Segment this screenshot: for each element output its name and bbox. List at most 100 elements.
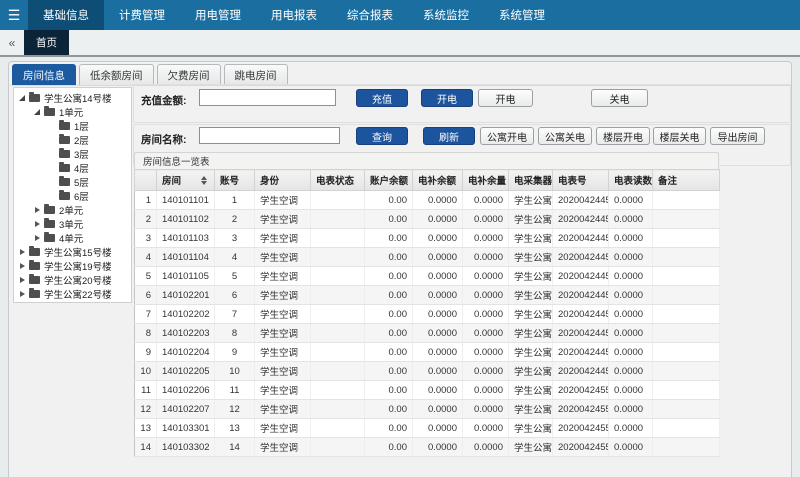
table-cell[interactable]: 0.0000 [608,228,653,248]
table-cell[interactable] [310,342,365,362]
column-header-subsidy-remaining[interactable]: 电补余量 [462,169,509,191]
recharge-button[interactable]: 充值 [356,89,408,107]
table-cell[interactable]: 学生公寓14号 [508,285,553,305]
table-cell[interactable]: 0.00 [364,399,413,419]
table-cell[interactable]: 0.0000 [412,361,463,381]
table-cell[interactable]: 0.0000 [462,361,509,381]
table-cell[interactable]: 学生空调 [254,361,311,381]
table-cell[interactable]: 14 [214,437,255,457]
table-cell[interactable] [310,380,365,400]
power-on-button[interactable]: 开电 [478,89,533,107]
table-cell[interactable]: 0.0000 [608,247,653,267]
table-row[interactable]: 11401011011学生空调0.000.00000.0000学生公寓14号20… [134,190,720,210]
table-cell[interactable]: 13 [214,418,255,438]
table-row[interactable]: 1114010220611学生空调0.000.00000.0000学生公寓14号… [134,380,720,400]
table-cell[interactable]: 140102206 [156,380,215,400]
table-cell[interactable]: 140103301 [156,418,215,438]
table-cell[interactable]: 0.00 [364,209,413,229]
table-cell[interactable] [310,228,365,248]
tree-toggle-icon[interactable] [32,207,42,213]
table-cell[interactable]: 0.0000 [608,437,653,457]
table-cell[interactable] [310,190,365,210]
table-cell[interactable]: 3 [134,228,157,248]
table-cell[interactable]: 0.0000 [462,247,509,267]
table-cell[interactable] [652,304,720,324]
table-row[interactable]: 51401011055学生空调0.000.00000.0000学生公寓14号20… [134,266,720,286]
apartment-power-on-button[interactable]: 公寓开电 [480,127,534,145]
table-cell[interactable]: 0.0000 [608,361,653,381]
table-cell[interactable]: 0.0000 [412,266,463,286]
table-cell[interactable]: 2020042455 [552,437,609,457]
table-cell[interactable]: 140102204 [156,342,215,362]
table-cell[interactable] [652,247,720,267]
table-cell[interactable]: 140102207 [156,399,215,419]
table-cell[interactable]: 0.0000 [412,190,463,210]
table-cell[interactable]: 0.00 [364,323,413,343]
table-cell[interactable]: 学生公寓14号 [508,437,553,457]
table-cell[interactable]: 0.0000 [412,418,463,438]
column-header-collector-no[interactable]: 电采集器号 [508,169,553,191]
table-cell[interactable]: 学生空调 [254,228,311,248]
table-cell[interactable]: 0.0000 [412,285,463,305]
table-row[interactable]: 71401022027学生空调0.000.00000.0000学生公寓14号20… [134,304,720,324]
table-cell[interactable] [652,342,720,362]
table-cell[interactable] [310,418,365,438]
column-header-meter-status[interactable]: 电表状态 [310,169,365,191]
table-cell[interactable]: 2020042455 [552,399,609,419]
table-cell[interactable]: 140101102 [156,209,215,229]
table-cell[interactable]: 学生公寓14号 [508,342,553,362]
room-name-input[interactable] [199,127,340,144]
table-cell[interactable] [652,437,720,457]
table-cell[interactable] [652,323,720,343]
table-cell[interactable]: 2020042455 [552,418,609,438]
table-cell[interactable]: 10 [214,361,255,381]
tree-item[interactable]: 学生公寓20号楼 [14,273,131,287]
tree-toggle-icon[interactable] [17,95,27,101]
table-cell[interactable]: 0.00 [364,266,413,286]
table-cell[interactable] [652,418,720,438]
table-cell[interactable]: 1 [214,190,255,210]
table-cell[interactable]: 0.0000 [608,285,653,305]
table-cell[interactable]: 12 [214,399,255,419]
table-cell[interactable] [652,285,720,305]
tree-toggle-icon[interactable] [17,277,27,283]
table-cell[interactable] [652,228,720,248]
table-cell[interactable] [652,361,720,381]
table-cell[interactable]: 学生空调 [254,399,311,419]
tab-arrears-rooms[interactable]: 欠费房间 [156,64,221,85]
tab-low-balance-rooms[interactable]: 低余额房间 [79,64,154,85]
tree-item[interactable]: 4单元 [14,231,131,245]
table-cell[interactable]: 学生公寓14号 [508,247,553,267]
tree-toggle-icon[interactable] [32,221,42,227]
tree-toggle-icon[interactable] [17,249,27,255]
table-cell[interactable]: 5 [134,266,157,286]
table-cell[interactable]: 14 [134,437,157,457]
table-row[interactable]: 1214010220712学生空调0.000.00000.0000学生公寓14号… [134,399,720,419]
table-cell[interactable]: 0.0000 [462,380,509,400]
table-cell[interactable]: 0.00 [364,285,413,305]
table-cell[interactable]: 140102203 [156,323,215,343]
table-cell[interactable]: 0.0000 [462,399,509,419]
table-cell[interactable]: 2 [134,209,157,229]
table-cell[interactable] [652,266,720,286]
table-cell[interactable] [652,399,720,419]
column-header-account[interactable]: 账号 [214,169,255,191]
table-cell[interactable]: 学生空调 [254,418,311,438]
tree-item[interactable]: 2层 [14,133,131,147]
table-cell[interactable]: 学生空调 [254,342,311,362]
table-cell[interactable]: 学生空调 [254,247,311,267]
table-cell[interactable]: 学生空调 [254,209,311,229]
table-cell[interactable]: 2020042445 [552,190,609,210]
table-cell[interactable] [310,323,365,343]
apartment-power-off-button[interactable]: 公寓关电 [538,127,592,145]
table-cell[interactable]: 学生公寓14号 [508,228,553,248]
floor-power-on-button[interactable]: 楼层开电 [596,127,650,145]
tree-item[interactable]: 4层 [14,161,131,175]
table-cell[interactable]: 学生公寓14号 [508,266,553,286]
table-cell[interactable]: 9 [214,342,255,362]
column-header-remark[interactable]: 备注 [652,169,720,191]
table-cell[interactable]: 2020042445 [552,266,609,286]
tree-item[interactable]: 3层 [14,147,131,161]
table-cell[interactable]: 2020042445 [552,361,609,381]
table-cell[interactable]: 140102201 [156,285,215,305]
